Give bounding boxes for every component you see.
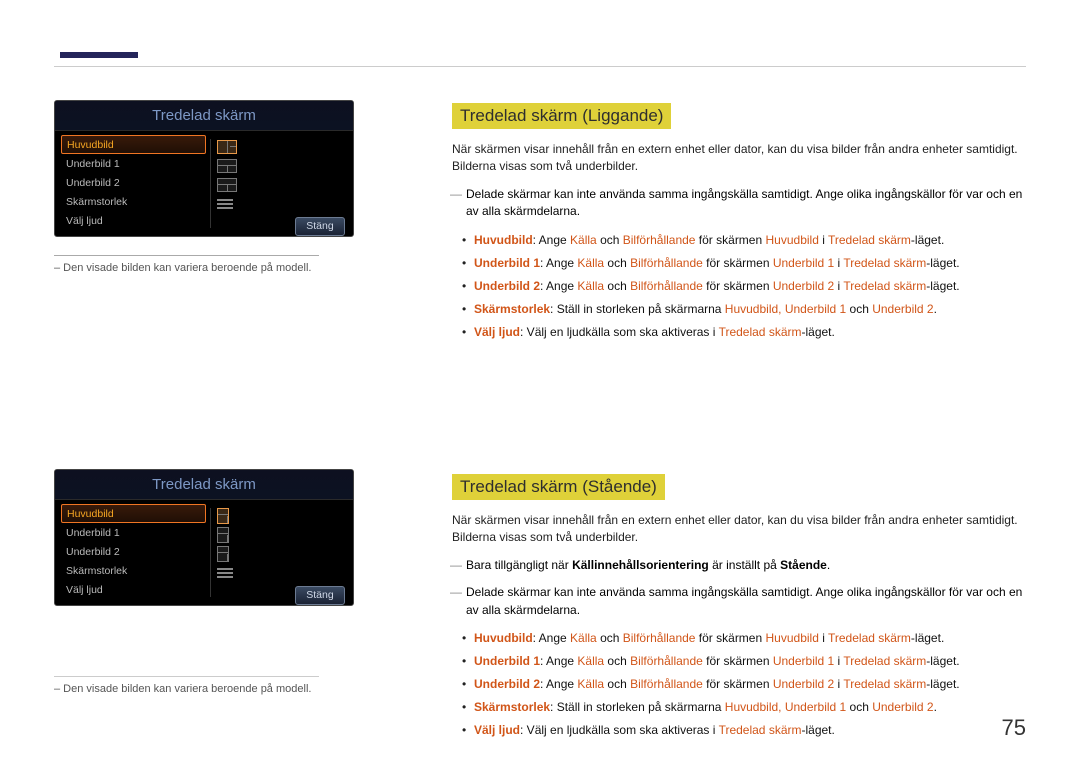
panel-divider xyxy=(210,508,211,597)
panel-divider xyxy=(210,139,211,228)
bullet-item: Underbild 2: Ange Källa och Bilförhållan… xyxy=(474,277,1026,295)
panel-title: Tredelad skärm xyxy=(55,470,353,500)
bullet-item: Huvudbild: Ange Källa och Bilförhållande… xyxy=(474,231,1026,249)
menu-item-underbild2[interactable]: Underbild 2 xyxy=(61,542,206,561)
layout-icon-portrait xyxy=(217,527,229,543)
bullet-item: Underbild 1: Ange Källa och Bilförhållan… xyxy=(474,254,1026,272)
menu-item-valjljud[interactable]: Välj ljud xyxy=(61,211,206,230)
caption-rule xyxy=(54,255,319,256)
menu-item-skarmstorlek[interactable]: Skärmstorlek xyxy=(61,192,206,211)
menu-item-huvudbild[interactable]: Huvudbild xyxy=(61,135,206,154)
menu-item-label: Huvudbild xyxy=(67,139,114,151)
panel-menu-list: Huvudbild Underbild 1 Underbild 2 Skärms… xyxy=(61,135,206,230)
menu-item-label: Underbild 2 xyxy=(66,177,120,189)
menu-item-label: Välj ljud xyxy=(66,215,103,227)
bullet-item: Välj ljud: Välj en ljudkälla som ska akt… xyxy=(474,323,1026,341)
menu-item-label: Underbild 1 xyxy=(66,158,120,170)
bullet-item: Skärmstorlek: Ställ in storleken på skär… xyxy=(474,698,1026,716)
menu-item-label: Skärmstorlek xyxy=(66,196,127,208)
menu-item-huvudbild[interactable]: Huvudbild xyxy=(61,504,206,523)
page-number: 75 xyxy=(1002,715,1026,741)
close-button[interactable]: Stäng xyxy=(295,217,345,236)
layout-icon xyxy=(217,159,237,173)
section-intro: När skärmen visar innehåll från en exter… xyxy=(452,141,1026,176)
bullet-item: Skärmstorlek: Ställ in storleken på skär… xyxy=(474,300,1026,318)
menu-item-underbild1[interactable]: Underbild 1 xyxy=(61,154,206,173)
layout-icon xyxy=(217,178,237,192)
layout-icon-portrait xyxy=(217,508,229,524)
section-note: Delade skärmar kan inte använda samma in… xyxy=(466,186,1026,221)
bullet-item: Underbild 1: Ange Källa och Bilförhållan… xyxy=(474,652,1026,670)
bullet-list-2: Huvudbild: Ange Källa och Bilförhållande… xyxy=(474,629,1026,739)
image-caption: – Den visade bilden kan variera beroende… xyxy=(54,262,424,274)
section-intro: När skärmen visar innehåll från en exter… xyxy=(452,512,1026,547)
header-accent-bar xyxy=(60,52,138,58)
menu-item-label: Underbild 1 xyxy=(66,527,120,539)
panel-layout-icons xyxy=(217,137,247,213)
osd-panel-1: Tredelad skärm Huvudbild Underbild 1 Und… xyxy=(54,100,354,237)
menu-item-underbild2[interactable]: Underbild 2 xyxy=(61,173,206,192)
section-heading: Tredelad skärm (Stående) xyxy=(452,474,665,500)
panel-menu-list: Huvudbild Underbild 1 Underbild 2 Skärms… xyxy=(61,504,206,599)
bullet-list-1: Huvudbild: Ange Källa och Bilförhållande… xyxy=(474,231,1026,341)
osd-panel-2: Tredelad skärm Huvudbild Underbild 1 Und… xyxy=(54,469,354,606)
menu-item-skarmstorlek[interactable]: Skärmstorlek xyxy=(61,561,206,580)
layout-icon xyxy=(217,140,237,154)
left-column-2: Tredelad skärm Huvudbild Underbild 1 Und… xyxy=(54,469,424,695)
menu-item-valjljud[interactable]: Välj ljud xyxy=(61,580,206,599)
bullet-item: Huvudbild: Ange Källa och Bilförhållande… xyxy=(474,629,1026,647)
panel-layout-icons xyxy=(217,506,247,582)
section-note-orientation: Bara tillgängligt när Källinnehållsorien… xyxy=(466,557,1026,574)
panel-title: Tredelad skärm xyxy=(55,101,353,131)
bullet-item: Underbild 2: Ange Källa och Bilförhållan… xyxy=(474,675,1026,693)
image-caption: – Den visade bilden kan variera beroende… xyxy=(54,683,424,695)
size-bars-icon xyxy=(217,568,233,578)
right-column-1: Tredelad skärm (Liggande) När skärmen vi… xyxy=(452,103,1026,346)
layout-icon-portrait xyxy=(217,546,229,562)
bullet-item: Välj ljud: Välj en ljudkälla som ska akt… xyxy=(474,721,1026,739)
header-rule xyxy=(54,66,1026,67)
close-button[interactable]: Stäng xyxy=(295,586,345,605)
menu-item-label: Underbild 2 xyxy=(66,546,120,558)
right-column-2: Tredelad skärm (Stående) När skärmen vis… xyxy=(452,474,1026,744)
menu-item-label: Välj ljud xyxy=(66,584,103,596)
menu-item-label: Huvudbild xyxy=(67,508,114,520)
section-note: Delade skärmar kan inte använda samma in… xyxy=(466,584,1026,619)
section-heading: Tredelad skärm (Liggande) xyxy=(452,103,671,129)
size-bars-icon xyxy=(217,199,233,209)
menu-item-underbild1[interactable]: Underbild 1 xyxy=(61,523,206,542)
left-column-1: Tredelad skärm Huvudbild Underbild 1 Und… xyxy=(54,100,424,274)
caption-rule xyxy=(54,676,319,677)
menu-item-label: Skärmstorlek xyxy=(66,565,127,577)
